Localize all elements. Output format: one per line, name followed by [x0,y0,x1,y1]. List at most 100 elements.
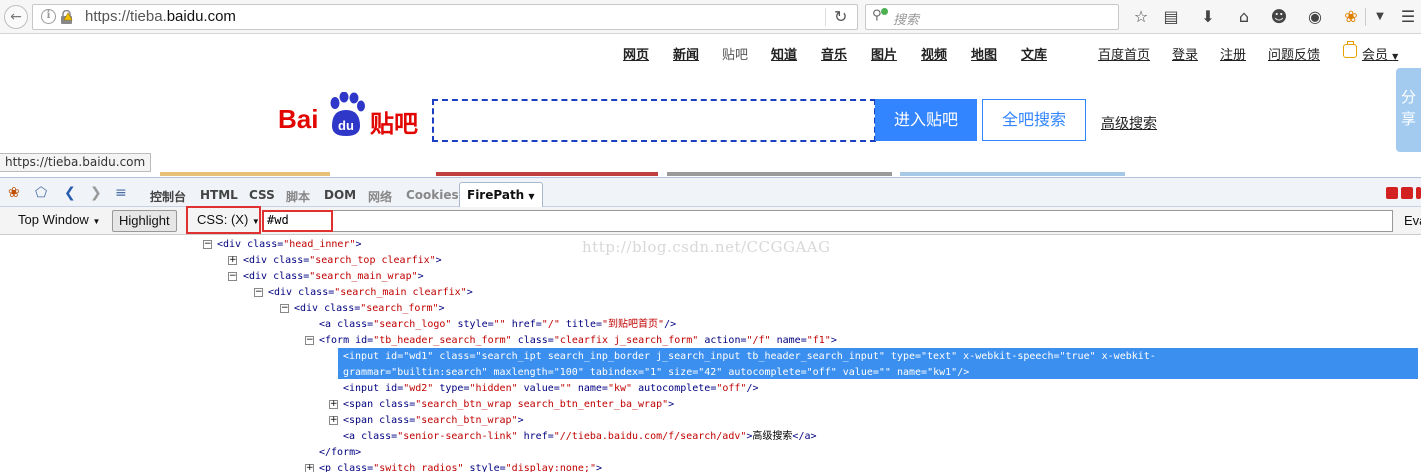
collapse-node-icon[interactable]: − [280,304,289,313]
enter-tieba-button[interactable]: 进入贴吧 [875,99,977,141]
eval-button[interactable]: Eva [1404,213,1421,228]
nav-item-wenku[interactable]: 文库 [1021,44,1047,63]
nav-link-login[interactable]: 登录 [1172,44,1198,63]
home-icon[interactable]: ⌂ [1232,5,1256,29]
watermark: http://blog.csdn.net/CCGGAAG [582,238,831,256]
detach-icon[interactable] [1401,187,1413,199]
nav-item-news[interactable]: 新闻 [673,44,699,63]
nav-link-register[interactable]: 注册 [1220,44,1246,63]
dom-tree-row[interactable]: <input id="wd1" class="search_ipt search… [343,349,1156,365]
nav-item-map[interactable]: 地图 [971,44,997,63]
collapse-node-icon[interactable]: − [203,240,212,249]
reading-list-icon[interactable]: ▤ [1159,5,1183,29]
dom-tree-row[interactable]: <span class="search_btn_wrap search_btn_… [343,397,674,413]
browser-search-bar[interactable]: ⚲ 搜索 [865,4,1119,30]
firebug-bug-icon[interactable]: ❀ [8,185,20,201]
dom-tree-row[interactable]: grammar="builtin:search" maxlength="100"… [343,365,969,381]
nav-item-music[interactable]: 音乐 [821,44,847,63]
close-icon[interactable] [1416,187,1421,199]
dom-tree-row[interactable]: <a class="senior-search-link" href="//ti… [343,429,817,445]
reload-icon[interactable]: ↻ [834,7,847,26]
chat-icon[interactable]: ☻ [1267,5,1291,29]
dom-token: class= [379,399,416,410]
dom-tree-row[interactable]: <form id="tb_header_search_form" class="… [319,333,837,349]
firebug-icon[interactable]: ❀ [1339,5,1363,29]
dom-tree-row[interactable]: <a class="search_logo" style="" href="/"… [319,317,676,333]
baidu-tieba-logo[interactable]: Bai du 贴吧 [278,92,418,142]
search-all-button[interactable]: 全吧搜索 [982,99,1086,141]
tab-css[interactable]: CSS [249,188,275,202]
dom-tree-row[interactable]: <div class="head_inner"> [217,237,362,253]
tab-console[interactable]: 控制台 [150,188,186,205]
info-icon[interactable]: i [41,9,56,24]
dom-token: "text" [921,351,958,362]
collapse-node-icon[interactable]: − [254,288,263,297]
menu-icon[interactable]: ☰ [1396,5,1420,29]
inspect-icon[interactable]: ⬠ [35,185,47,201]
dom-token: <p [319,463,338,472]
expand-node-icon[interactable]: + [305,464,314,472]
bookmark-star-icon[interactable]: ☆ [1129,5,1153,29]
chevron-down-icon[interactable]: ▼ [1368,5,1392,29]
tab-network[interactable]: 网络 [368,188,392,205]
dom-tree-row[interactable]: <div class="search_form"> [294,301,445,317]
expand-node-icon[interactable]: + [329,416,338,425]
page-banner-strip [160,172,330,176]
firepath-query-input[interactable]: #wd [262,210,1393,232]
nav-item-video[interactable]: 视频 [921,44,947,63]
collapse-node-icon[interactable]: − [228,272,237,281]
share-tab[interactable]: 分享 [1396,68,1421,152]
highlight-button[interactable]: Highlight [112,210,177,232]
back-button[interactable]: ← [4,5,28,29]
download-icon[interactable]: ⬇ [1196,5,1220,29]
dom-token: "/" [541,319,560,330]
tab-script[interactable]: 脚本 [286,188,310,205]
dom-token: <a [319,319,338,330]
pocket-icon[interactable]: ◉ [1303,5,1327,29]
firepath-toolbar: Top Window ▼ Highlight CSS: (X) ▼ #wd Ev… [0,206,1421,235]
tab-dom[interactable]: DOM [324,188,356,202]
dom-tree-row[interactable]: <p class="switch_radios" style="display:… [319,461,602,472]
tab-html[interactable]: HTML [200,188,238,202]
dom-tree-row[interactable]: <div class="search_main clearfix"> [268,285,473,301]
lock-icon [61,10,73,24]
expand-node-icon[interactable]: + [329,400,338,409]
advanced-search-link[interactable]: 高级搜索 [1101,113,1157,133]
dom-token: "search_ipt search_inp_border j_search_i… [475,351,885,362]
dom-token: "search_btn_wrap" [415,415,518,426]
dom-token: > [830,335,837,346]
dom-token: 高级搜索 [752,431,793,442]
back-arrow-icon[interactable]: ❮ [64,185,76,201]
nav-link-baidu-home[interactable]: 百度首页 [1098,44,1150,63]
dom-token: </form> [319,447,362,458]
dom-token: id= [385,351,404,362]
dom-tree-row[interactable]: <div class="search_main_wrap"> [243,269,424,285]
dom-tree-row[interactable]: <div class="search_top clearfix"> [243,253,442,269]
dom-token: "f1" [806,335,831,346]
nav-item-webpage[interactable]: 网页 [623,44,649,63]
tab-cookies[interactable]: Cookies [406,188,459,202]
forward-arrow-icon[interactable]: ❯ [90,185,102,201]
nav-item-zhidao[interactable]: 知道 [771,44,797,63]
collapse-node-icon[interactable]: − [305,336,314,345]
dom-tree-row[interactable]: </form> [319,445,361,461]
dom-tree-row[interactable]: <span class="search_btn_wrap"> [343,413,524,429]
dom-token: style= [451,319,494,330]
dom-token: x-webkit- [1095,351,1156,362]
command-line-icon[interactable]: ≡ [115,185,127,201]
dom-token: "search_main clearfix" [334,287,467,298]
nav-link-member[interactable]: 会员 ▼ [1362,44,1398,63]
nav-link-feedback[interactable]: 问题反馈 [1268,44,1320,63]
dom-token: "wd2" [403,383,434,394]
dom-tree-row[interactable]: <input id="wd2" type="hidden" value="" n… [343,381,759,397]
dom-token: class= [361,431,398,442]
url-bar[interactable]: i https://tieba.baidu.com ↻ [32,4,858,30]
tab-firepath[interactable]: FirePath ▼ [459,182,543,208]
top-window-dropdown[interactable]: Top Window ▼ [12,210,106,232]
tieba-search-input[interactable] [432,99,876,142]
minimize-icon[interactable] [1386,187,1398,199]
dom-token: grammar= [343,367,392,378]
nav-item-images[interactable]: 图片 [871,44,897,63]
expand-node-icon[interactable]: + [228,256,237,265]
url-text[interactable]: https://tieba.baidu.com [85,8,236,25]
